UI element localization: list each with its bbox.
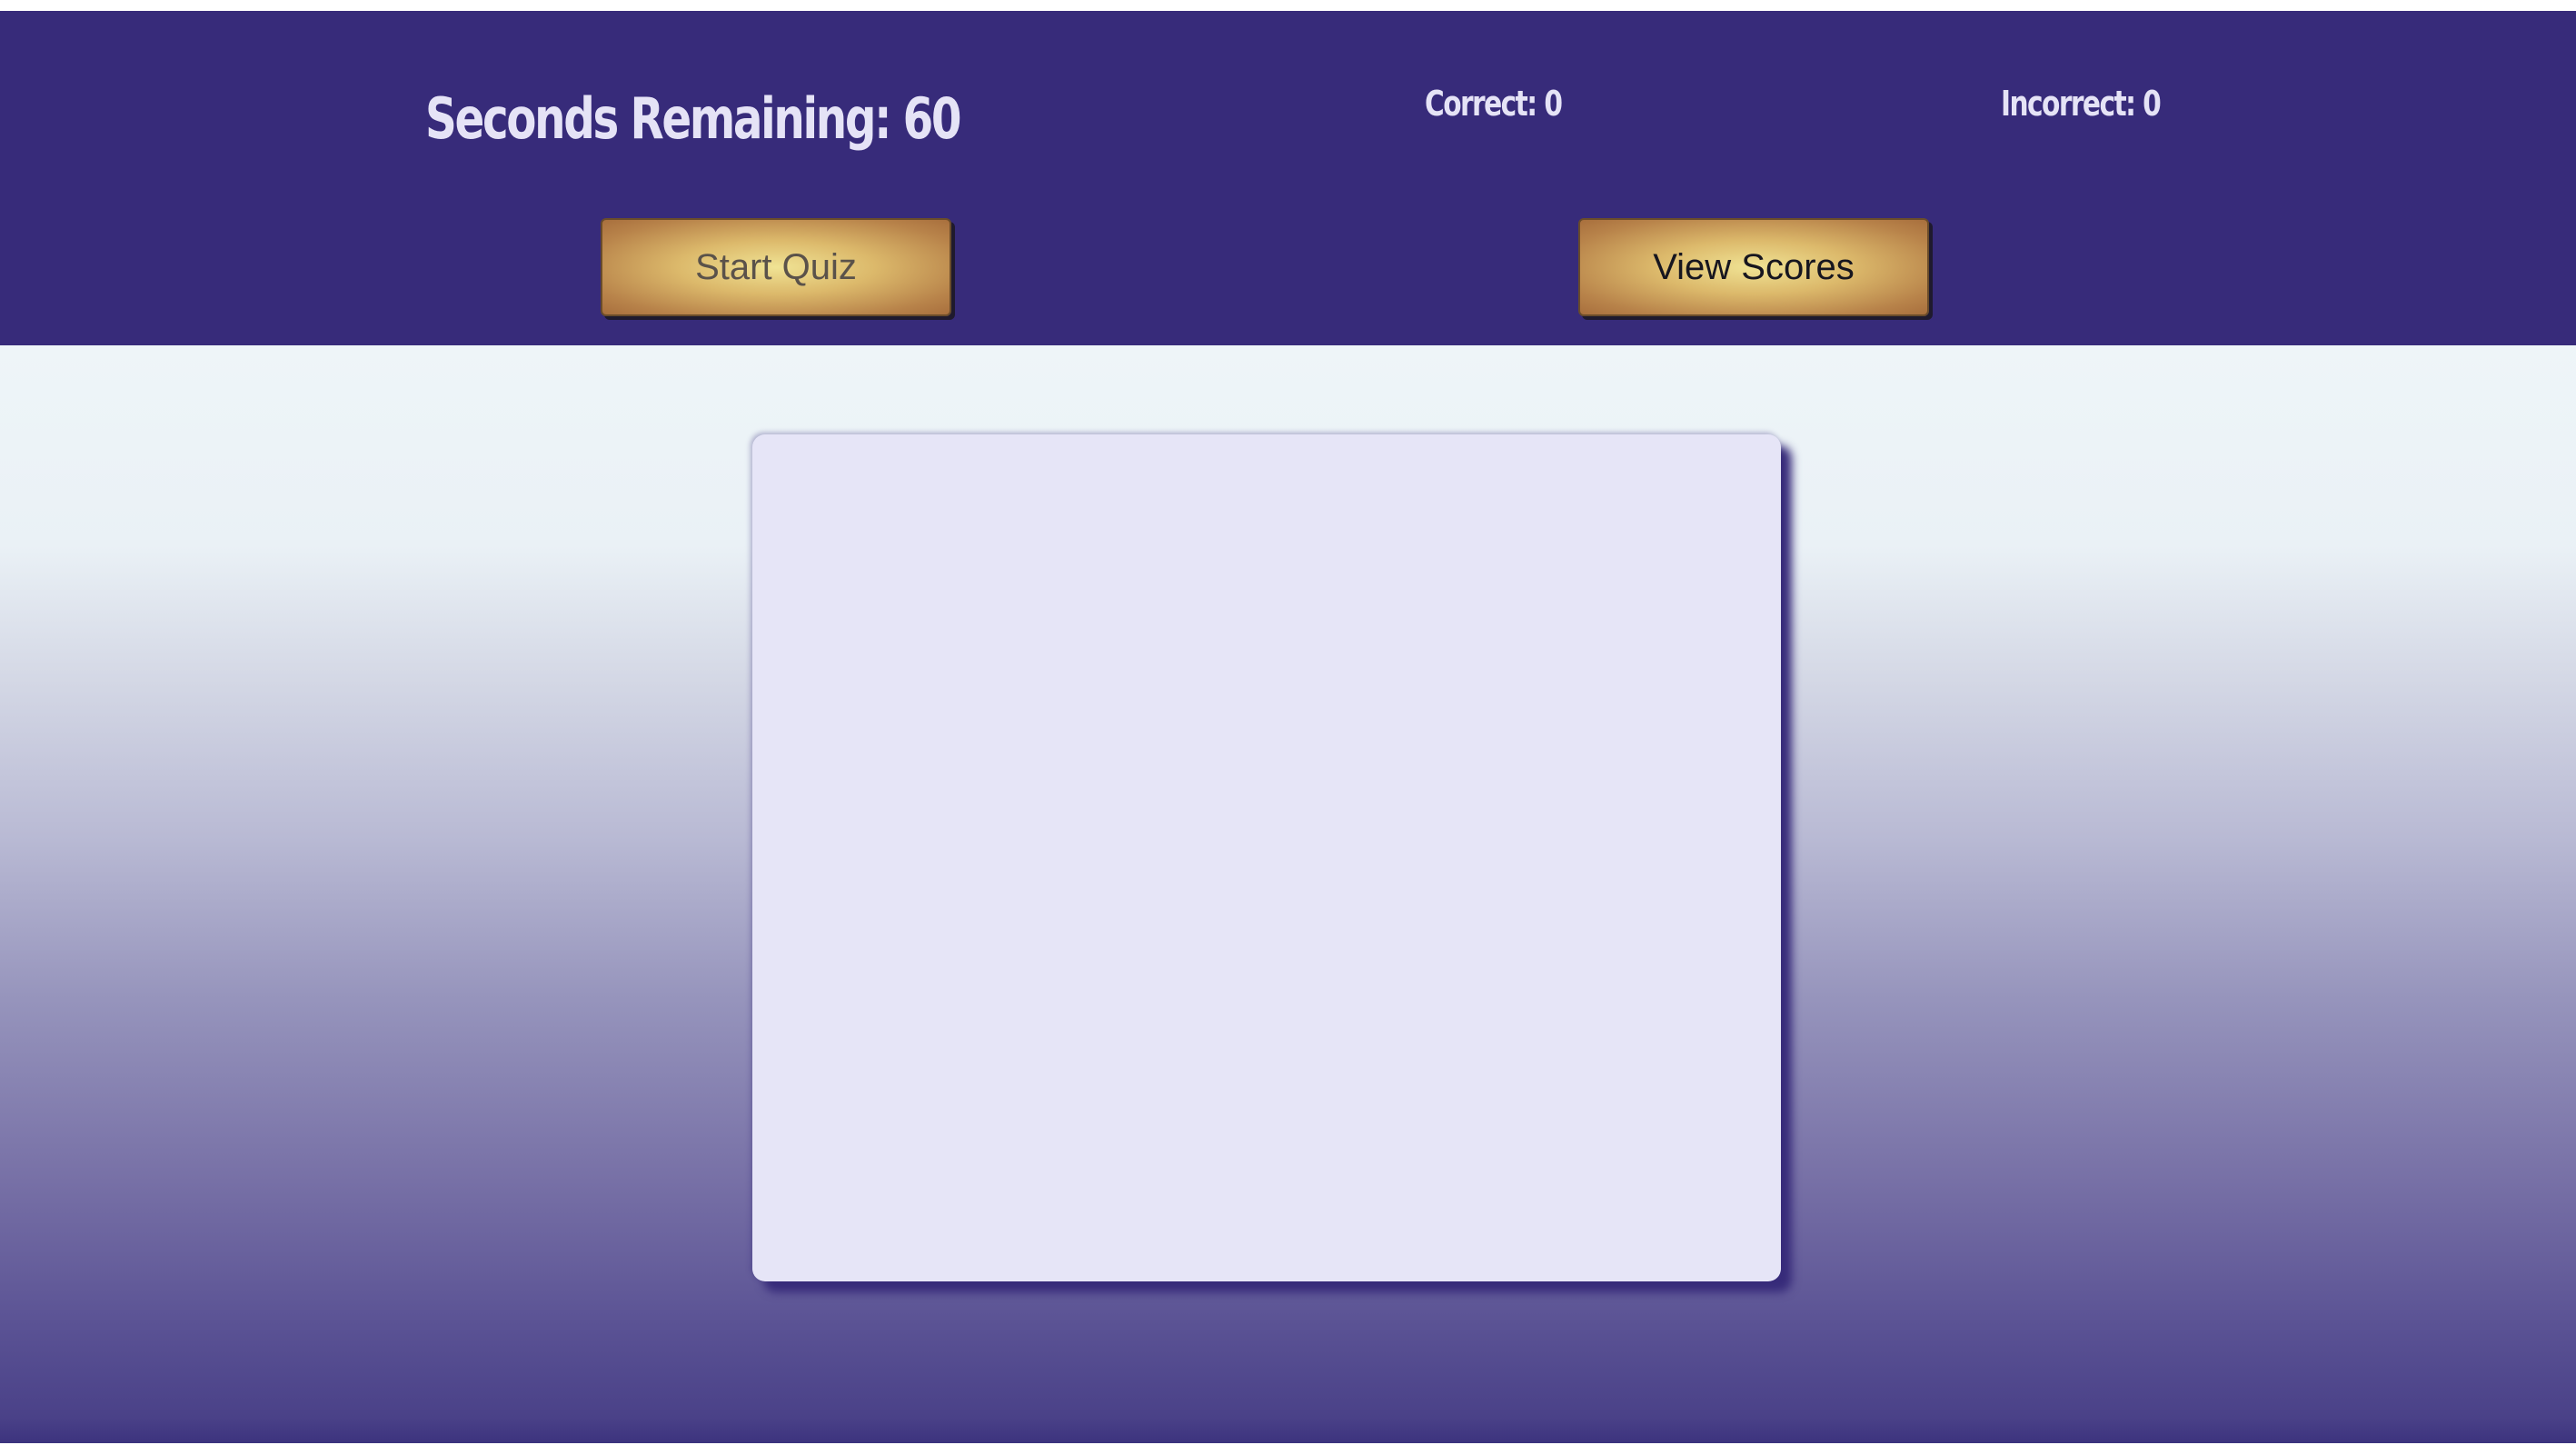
- quiz-card: [752, 434, 1781, 1281]
- header-bar: Seconds Remaining: 60 Correct: 0 Incorre…: [0, 11, 2576, 345]
- timer-label: Seconds Remaining: 60: [425, 85, 962, 152]
- view-scores-button[interactable]: View Scores: [1578, 218, 1929, 316]
- correct-count: Correct: 0: [1425, 84, 1563, 124]
- incorrect-count: Incorrect: 0: [2001, 84, 2162, 124]
- start-quiz-button[interactable]: Start Quiz: [601, 218, 951, 316]
- top-strip: [0, 0, 2576, 11]
